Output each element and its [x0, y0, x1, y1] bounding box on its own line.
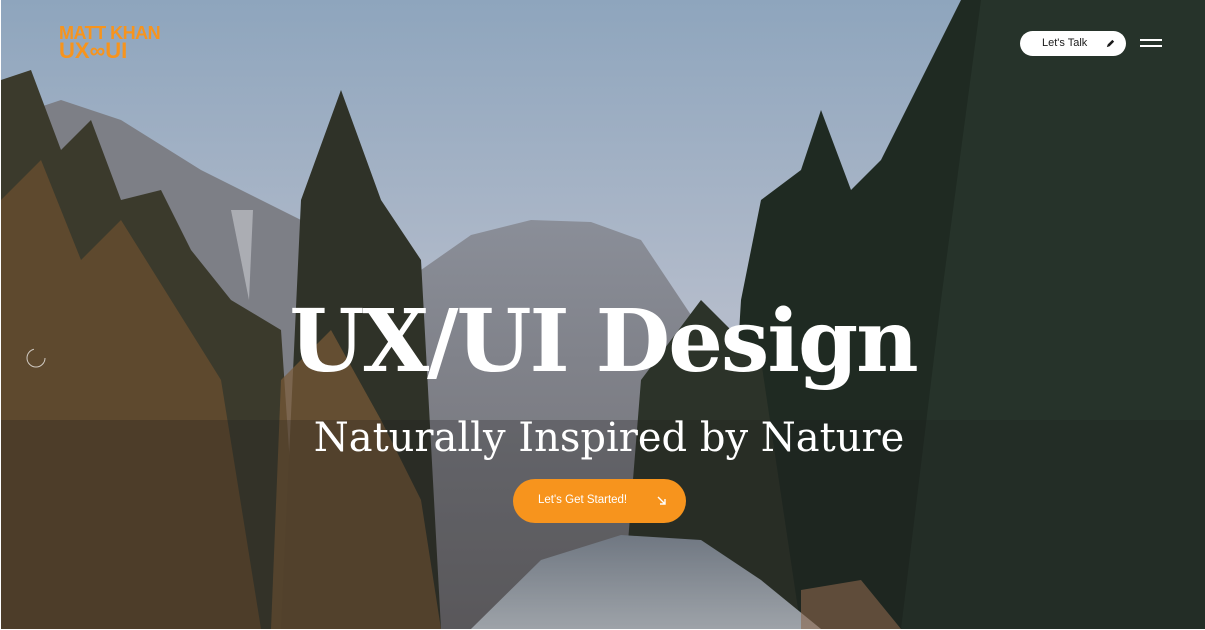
lets-talk-label: Let's Talk	[1042, 37, 1088, 49]
hero-section: MATT KHAN UX∞UI Let's Talk UX/UI Design …	[1, 0, 1205, 629]
hero-title: UX/UI Design	[289, 291, 918, 392]
lets-talk-button[interactable]: Let's Talk	[1020, 31, 1126, 56]
get-started-label: Let's Get Started!	[538, 494, 628, 506]
pencil-icon	[1106, 39, 1115, 48]
get-started-button[interactable]: Let's Get Started!	[513, 479, 686, 523]
arrow-down-right-icon	[657, 496, 666, 505]
hamburger-menu-icon[interactable]	[1140, 39, 1162, 51]
hero-subtitle: Naturally Inspired by Nature	[313, 415, 905, 461]
brand-tagline: UX∞UI	[59, 38, 128, 63]
brand-logo[interactable]: MATT KHAN UX∞UI	[59, 24, 183, 64]
